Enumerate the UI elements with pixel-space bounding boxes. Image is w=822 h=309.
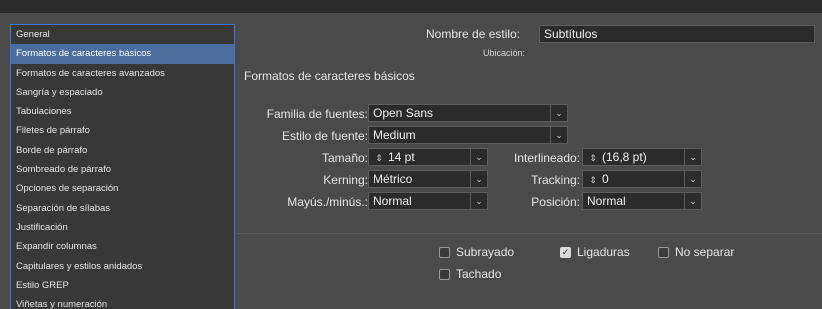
leading-value: (16,8 pt) [602, 150, 647, 164]
strikethrough-label: Tachado [456, 267, 502, 281]
case-label: Mayús./minús.: [287, 195, 368, 209]
leading-label: Interlineado: [513, 151, 580, 165]
font-family-value: Open Sans [373, 106, 434, 120]
top-bar [0, 0, 822, 13]
chevron-down-icon: ⌄ [550, 127, 567, 143]
sidebar-item-hyphenation[interactable]: Separación de sílabas [11, 199, 234, 218]
chevron-down-icon: ⌄ [470, 193, 487, 209]
sidebar-item-drop-caps-nested-styles[interactable]: Capitulares y estilos anidados [11, 257, 234, 276]
font-family-label: Familia de fuentes: [266, 107, 368, 121]
font-style-label: Estilo de fuente: [281, 129, 368, 143]
sidebar-item-tabs[interactable]: Tabulaciones [11, 102, 234, 121]
position-dropdown[interactable]: Normal ⌄ [582, 192, 702, 210]
tracking-value: 0 [602, 172, 609, 186]
chevron-down-icon: ⌄ [684, 149, 701, 165]
section-title: Formatos de caracteres básicos [244, 69, 415, 83]
stepper-icon[interactable]: ⇕ [373, 150, 385, 165]
style-name-label: Nombre de estilo: [426, 27, 521, 41]
chevron-down-icon: ⌄ [470, 149, 487, 165]
location-label: Ubicación: [483, 48, 526, 58]
sidebar-item-paragraph-rules[interactable]: Filetes de párrafo [11, 121, 234, 140]
kerning-label: Kerning: [323, 173, 368, 187]
no-break-checkbox[interactable]: No separar [658, 245, 734, 259]
tracking-label: Tracking: [531, 173, 580, 187]
chevron-down-icon: ⌄ [684, 193, 701, 209]
no-break-label: No separar [675, 245, 735, 259]
chevron-down-icon: ⌄ [550, 105, 567, 121]
font-style-value: Medium [373, 128, 416, 142]
tracking-combobox[interactable]: ⇕ 0 ⌄ [582, 170, 702, 188]
sidebar-item-indents-spacing[interactable]: Sangría y espaciado [11, 83, 234, 102]
kerning-dropdown[interactable]: Métrico ⌄ [368, 170, 488, 188]
chevron-down-icon: ⌄ [470, 171, 487, 187]
sidebar-item-span-columns[interactable]: Expandir columnas [11, 237, 234, 256]
sidebar-item-grep-style[interactable]: Estilo GREP [11, 276, 234, 295]
checkbox-box[interactable] [439, 268, 450, 280]
underline-checkbox[interactable]: Subrayado [439, 245, 514, 259]
style-options-panel: Nombre de estilo: Subtítulos Ubicación: … [236, 13, 822, 309]
sidebar-item-paragraph-border[interactable]: Borde de párrafo [11, 141, 234, 160]
checkbox-box[interactable] [658, 246, 669, 258]
case-value: Normal [373, 194, 412, 208]
sidebar-item-advanced-character-formats[interactable]: Formatos de caracteres avanzados [11, 64, 234, 83]
style-name-input[interactable]: Subtítulos [539, 25, 815, 43]
case-dropdown[interactable]: Normal ⌄ [368, 192, 488, 210]
ligatures-checkbox[interactable]: ✓ Ligaduras [560, 245, 630, 259]
stepper-icon[interactable]: ⇕ [587, 172, 599, 187]
leading-combobox[interactable]: ⇕ (16,8 pt) ⌄ [582, 148, 702, 166]
sidebar-item-general[interactable]: General [11, 25, 234, 44]
chevron-down-icon: ⌄ [684, 171, 701, 187]
size-value: 14 pt [388, 150, 415, 164]
sidebar-item-justification[interactable]: Justificación [11, 218, 234, 237]
sidebar-item-keep-options[interactable]: Opciones de separación [11, 179, 234, 198]
sidebar-item-paragraph-shading[interactable]: Sombreado de párrafo [11, 160, 234, 179]
style-name-value: Subtítulos [544, 27, 598, 41]
strikethrough-checkbox[interactable]: Tachado [439, 267, 501, 281]
ligatures-label: Ligaduras [577, 245, 630, 259]
position-label: Posición: [531, 195, 580, 209]
font-family-dropdown[interactable]: Open Sans ⌄ [368, 104, 568, 122]
checkbox-box[interactable] [439, 246, 450, 258]
section-divider [236, 233, 822, 234]
size-label: Tamaño: [321, 151, 368, 165]
underline-label: Subrayado [456, 245, 515, 259]
checkmark-icon[interactable]: ✓ [560, 246, 571, 258]
position-value: Normal [587, 194, 626, 208]
sidebar-item-basic-character-formats[interactable]: Formatos de caracteres básicos [11, 44, 234, 64]
font-style-dropdown[interactable]: Medium ⌄ [368, 126, 568, 144]
category-list[interactable]: General Formatos de caracteres básicos F… [10, 24, 235, 309]
sidebar-item-bullets-numbering[interactable]: Viñetas y numeración [11, 295, 234, 309]
stepper-icon[interactable]: ⇕ [587, 150, 599, 165]
size-combobox[interactable]: ⇕ 14 pt ⌄ [368, 148, 488, 166]
kerning-value: Métrico [373, 172, 413, 186]
